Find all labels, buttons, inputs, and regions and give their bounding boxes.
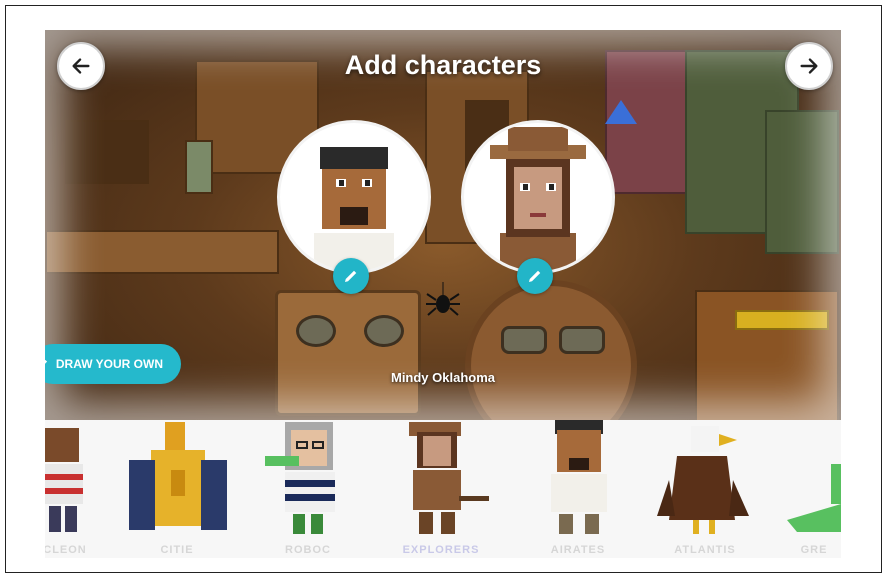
sun-face (465, 280, 637, 420)
tray-item-airates[interactable]: AIRATES (533, 420, 623, 558)
tray-item-label: EXPLORERS (402, 544, 480, 556)
diamond-icon (605, 100, 637, 124)
cleon-figure (45, 428, 83, 532)
app-screen: Add characters DRAW YOUR OWN Mindy Oklah… (45, 30, 841, 558)
explorer-woman-portrait (490, 127, 586, 271)
eagle-figure (657, 426, 749, 534)
edit-character-button[interactable] (333, 258, 369, 294)
roboc-figure (265, 422, 335, 534)
rope-bridge (45, 230, 279, 274)
page-title: Add characters (344, 50, 542, 80)
draw-your-own-label: DRAW YOUR OWN (55, 357, 163, 371)
tray-item-label: GRE (800, 544, 828, 556)
tray-item-label: CLEON (45, 544, 87, 556)
citie-robot-figure (129, 422, 227, 530)
tray-item-explorers[interactable]: EXPLORERS (389, 420, 493, 558)
mask-eye (296, 315, 336, 347)
explorer-man-portrait (314, 147, 394, 271)
explorer-man-figure (551, 420, 607, 534)
character-tray[interactable]: CLEON CITIE ROBOC EXPLORERS AIRATES ATLA… (45, 420, 841, 558)
tray-item-label: ROBOC (285, 544, 331, 556)
explorer-woman-figure (409, 422, 489, 534)
tray-item-roboc[interactable]: ROBOC (263, 420, 353, 558)
stone-mask (275, 290, 421, 416)
mask-eye (501, 326, 547, 354)
pencil-icon (345, 270, 357, 282)
tray-item-atlantis[interactable]: ATLANTIS (657, 420, 753, 558)
pencil-icon (529, 270, 541, 282)
tray-item-gre[interactable]: GRE (787, 420, 841, 558)
tray-item-cleon[interactable]: CLEON (45, 420, 91, 558)
totem-figure (185, 140, 213, 194)
mask-eye (559, 326, 605, 354)
tray-item-citie[interactable]: CITIE (121, 420, 233, 558)
arrow-sign (735, 310, 829, 330)
selected-character-explorer-man[interactable] (277, 120, 431, 274)
mask-eye (364, 315, 404, 347)
edit-character-button[interactable] (517, 258, 553, 294)
current-character-name: Mindy Oklahoma (390, 370, 496, 385)
pencil-icon (45, 359, 47, 364)
tray-item-label: ATLANTIS (674, 544, 736, 556)
ruin-block (65, 120, 149, 184)
ruin-block (765, 110, 839, 254)
spider-icon (426, 282, 460, 316)
tray-item-label: CITIE (160, 544, 194, 556)
dinosaur-figure (787, 464, 841, 532)
selected-character-explorer-woman[interactable] (461, 120, 615, 274)
tray-item-label: AIRATES (550, 544, 606, 556)
